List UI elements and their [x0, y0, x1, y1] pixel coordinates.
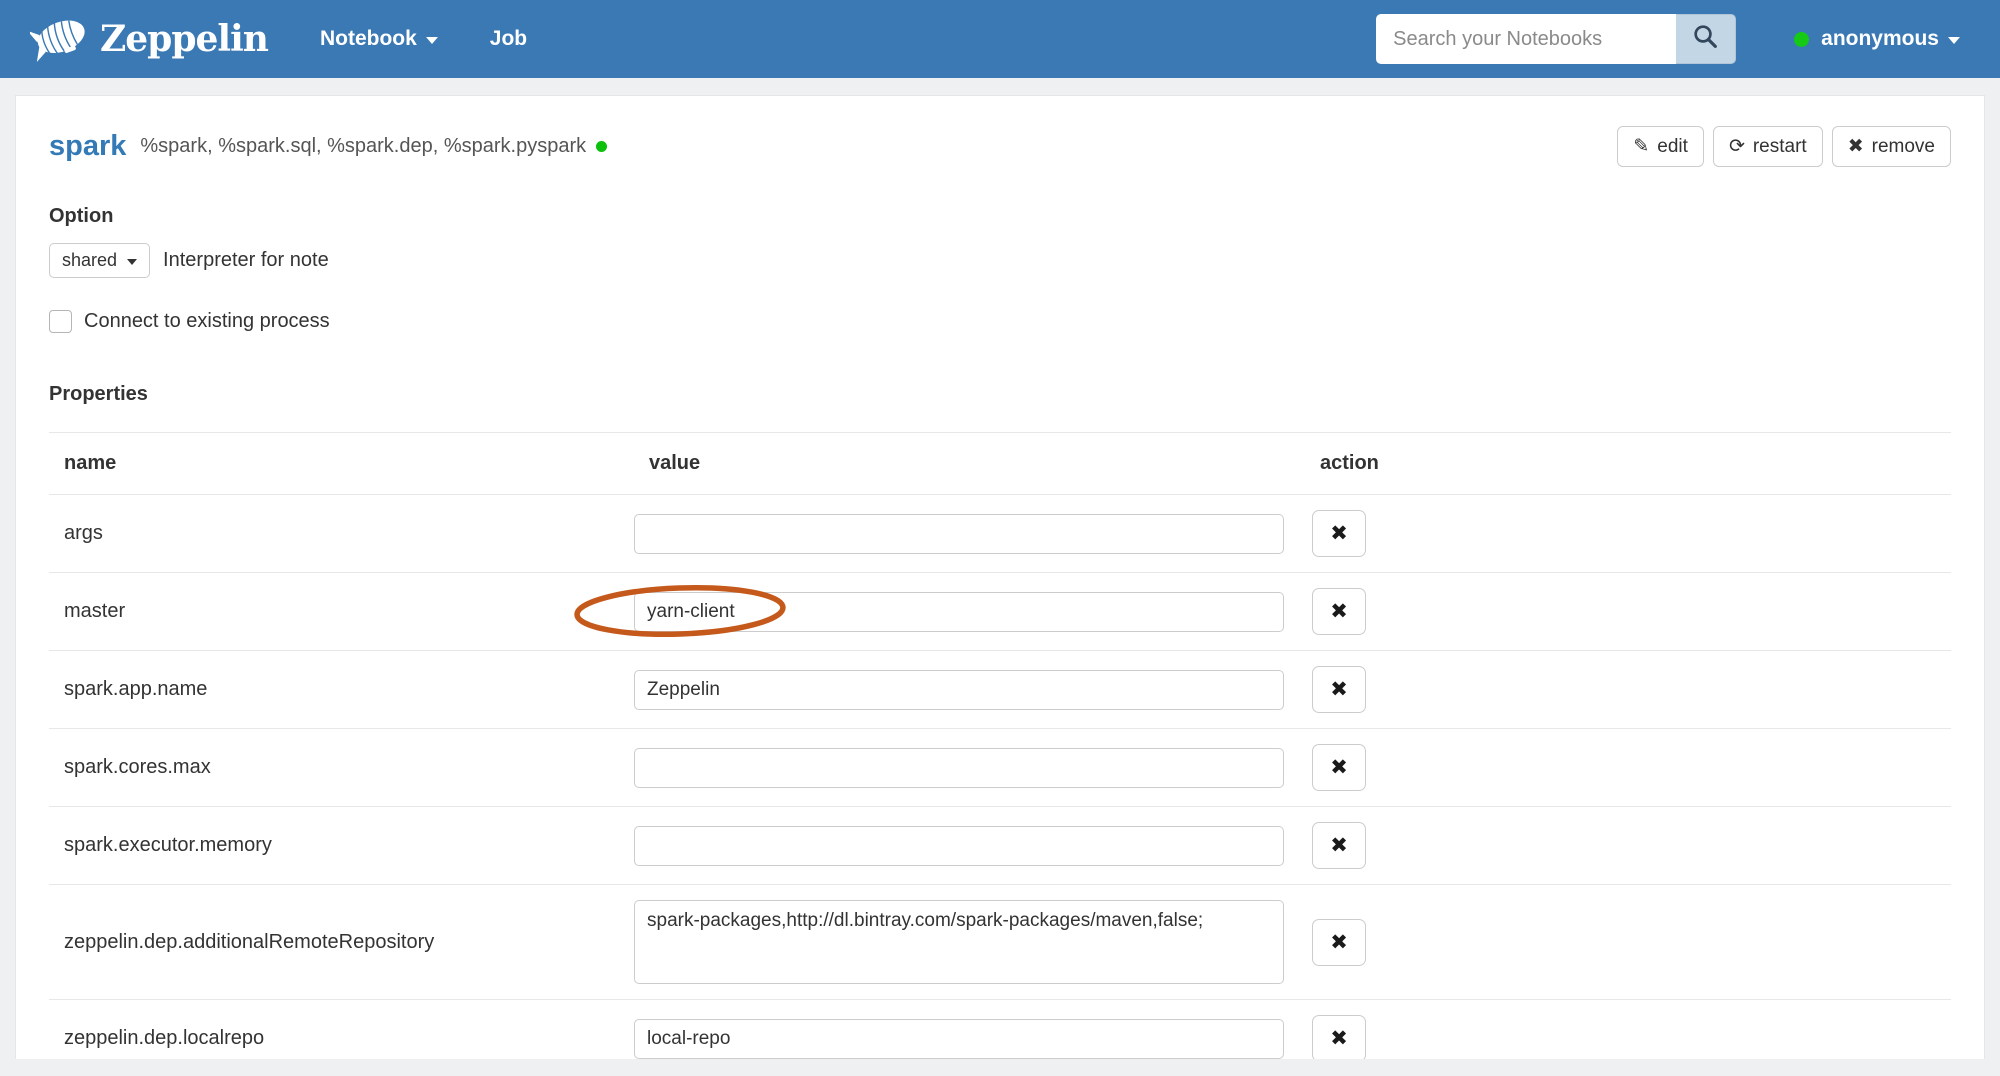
property-value-input-zeppelin.dep.additionalRemoteRepository[interactable]: [634, 900, 1284, 984]
property-name: spark.cores.max: [64, 756, 211, 778]
x-icon: ✖: [1330, 930, 1348, 954]
user-name: anonymous: [1821, 27, 1939, 50]
x-icon: ✖: [1330, 834, 1348, 857]
x-icon: ✖: [1847, 136, 1864, 157]
property-name: args: [64, 522, 103, 544]
column-header-action: action: [1320, 452, 1379, 474]
property-name: zeppelin.dep.localrepo: [64, 1027, 265, 1049]
restart-button-label: restart: [1752, 135, 1807, 157]
binding-mode-value: shared: [62, 250, 118, 270]
nav-item-notebook-label: Notebook: [319, 27, 417, 50]
column-header-value: value: [649, 452, 701, 474]
property-name: master: [64, 600, 126, 622]
nav-item-job[interactable]: Job: [490, 27, 527, 51]
chevron-down-icon: [1948, 37, 1960, 44]
remove-button[interactable]: ✖ remove: [1831, 126, 1951, 167]
properties-table: name value action args ✖ master yarn-cli…: [49, 432, 1951, 1059]
property-value-input-master[interactable]: [634, 591, 1284, 632]
properties-table-header: name value action: [49, 433, 1951, 495]
option-heading: Option: [49, 205, 114, 227]
interpreter-settings-panel: spark %spark, %spark.sql, %spark.dep, %s…: [15, 95, 1985, 1059]
search-button[interactable]: [1676, 14, 1737, 64]
notebook-search: [1376, 14, 1737, 64]
x-icon: ✖: [1330, 1027, 1348, 1050]
property-row-spark.cores.max: spark.cores.max ✖: [49, 729, 1951, 807]
property-row-args: args ✖: [49, 495, 1951, 573]
nav-item-notebook[interactable]: Notebook: [320, 27, 438, 51]
search-icon: [1692, 23, 1719, 55]
user-status-dot: [1794, 31, 1810, 47]
zeppelin-logo[interactable]: Zeppelin: [27, 10, 269, 69]
remove-button-label: remove: [1871, 135, 1935, 157]
chevron-down-icon: [127, 259, 138, 265]
zeppelin-airship-icon: [27, 10, 92, 69]
interpreter-actions: ✎ edit ⟳ restart ✖ remove: [1608, 126, 1951, 167]
remove-property-button[interactable]: ✖: [1312, 666, 1366, 713]
remove-property-button[interactable]: ✖: [1312, 822, 1366, 869]
property-value-input-spark.cores.max[interactable]: [634, 747, 1284, 788]
x-icon: ✖: [1330, 678, 1348, 701]
remove-property-button[interactable]: ✖: [1312, 510, 1366, 557]
pencil-icon: ✎: [1633, 136, 1650, 157]
binding-mode-label: Interpreter for note: [163, 249, 329, 271]
x-icon: ✖: [1330, 756, 1348, 779]
remove-property-button[interactable]: ✖: [1312, 918, 1366, 966]
property-row-spark.app.name: spark.app.name ✖: [49, 651, 1951, 729]
interpreter-header: spark %spark, %spark.sql, %spark.dep, %s…: [49, 126, 1951, 167]
navbar: Zeppelin Notebook Job anonymous: [0, 0, 2000, 78]
property-name: spark.app.name: [64, 678, 208, 700]
user-menu[interactable]: anonymous: [1794, 27, 1960, 51]
property-name: zeppelin.dep.additionalRemoteRepository: [64, 930, 435, 953]
x-icon: ✖: [1330, 600, 1348, 623]
interpreter-binding-mode-dropdown[interactable]: shared: [49, 243, 151, 278]
interpreter-name-title: spark: [49, 130, 127, 162]
remove-property-button[interactable]: ✖: [1312, 744, 1366, 791]
property-row-zeppelin.dep.additionalRemoteRepository: zeppelin.dep.additionalRemoteRepository …: [49, 885, 1951, 1000]
refresh-icon: ⟳: [1728, 136, 1745, 157]
edit-button[interactable]: ✎ edit: [1617, 126, 1704, 167]
nav-item-job-label: Job: [489, 27, 528, 50]
interpreter-status-dot: [596, 141, 608, 152]
search-input[interactable]: [1376, 14, 1677, 64]
x-icon: ✖: [1330, 522, 1348, 545]
column-header-name: name: [64, 452, 117, 474]
properties-table-body: args ✖ master ✖: [49, 495, 1951, 1059]
interpreter-bindings-list: %spark, %spark.sql, %spark.dep, %spark.p…: [140, 135, 587, 157]
restart-button[interactable]: ⟳ restart: [1712, 126, 1823, 167]
remove-property-button[interactable]: ✖: [1312, 1015, 1366, 1059]
property-row-spark.executor.memory: spark.executor.memory ✖: [49, 807, 1951, 885]
remove-property-button[interactable]: ✖: [1312, 588, 1366, 635]
chevron-down-icon: [425, 37, 438, 44]
brand-title: Zeppelin: [100, 18, 269, 60]
property-value-input-args[interactable]: [634, 513, 1284, 554]
property-row-zeppelin.dep.localrepo: zeppelin.dep.localrepo ✖: [49, 1000, 1951, 1059]
properties-heading: Properties: [49, 383, 148, 405]
property-value-input-spark.app.name[interactable]: [634, 669, 1284, 710]
property-value-input-zeppelin.dep.localrepo[interactable]: [634, 1018, 1284, 1059]
property-name: spark.executor.memory: [64, 834, 272, 856]
connect-existing-process-checkbox[interactable]: [49, 310, 72, 333]
edit-button-label: edit: [1657, 135, 1688, 157]
property-value-input-spark.executor.memory[interactable]: [634, 825, 1284, 866]
main-nav: Notebook Job: [320, 27, 579, 51]
connect-existing-process-label: Connect to existing process: [84, 310, 330, 332]
property-row-master: master ✖: [49, 573, 1951, 651]
